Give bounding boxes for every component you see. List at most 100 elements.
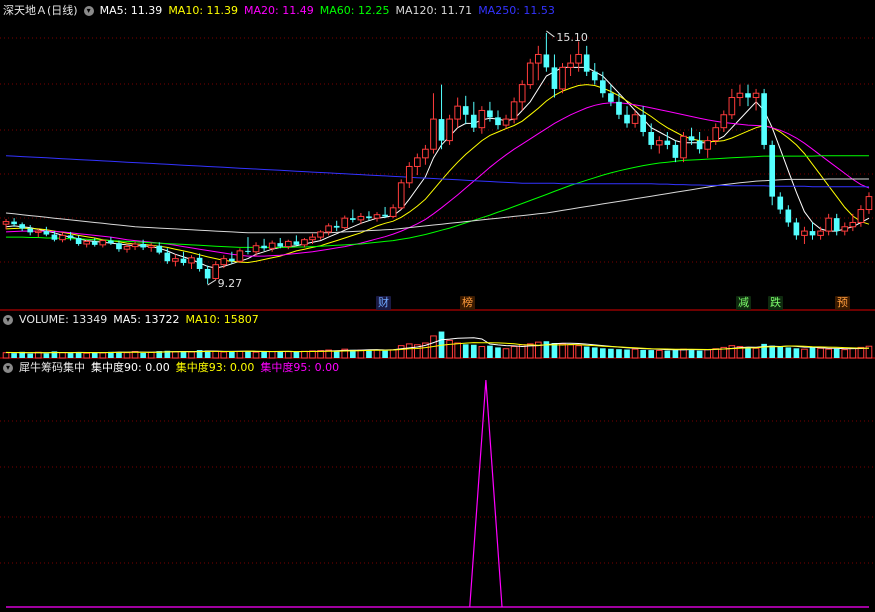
volume-bar bbox=[624, 349, 630, 358]
tag-forecast[interactable]: 预 bbox=[835, 296, 850, 310]
candle-body bbox=[865, 196, 873, 211]
volume-bar bbox=[478, 346, 486, 359]
candle-body bbox=[140, 244, 146, 248]
volume-bar bbox=[212, 350, 220, 359]
volume-bar bbox=[236, 350, 244, 359]
legend-c90: 集中度90: 0.00 bbox=[91, 361, 170, 374]
candle-body bbox=[769, 144, 776, 197]
volume-bars[interactable] bbox=[2, 331, 873, 359]
candle-body bbox=[600, 80, 606, 94]
volume-bar bbox=[785, 347, 792, 358]
candle-body bbox=[551, 67, 558, 89]
indicator-series bbox=[6, 379, 869, 608]
volume-bar bbox=[172, 351, 179, 359]
volume-bar bbox=[99, 352, 107, 359]
volume-bar bbox=[793, 348, 800, 358]
candle-body bbox=[833, 218, 840, 232]
candle-body bbox=[809, 231, 816, 236]
volume-bar bbox=[2, 352, 10, 359]
stock-name[interactable]: 深天地Ａ bbox=[3, 4, 47, 17]
candle-body bbox=[164, 252, 171, 262]
legend-ma10: MA10: 11.39 bbox=[168, 4, 239, 17]
candle-body bbox=[462, 106, 469, 115]
volume-bar bbox=[841, 349, 849, 359]
volume-bar bbox=[745, 347, 751, 358]
volume-bar bbox=[567, 344, 574, 359]
candle-body bbox=[640, 114, 646, 132]
candle-body bbox=[261, 245, 267, 249]
candle-body bbox=[180, 258, 187, 263]
volume-bar bbox=[487, 345, 493, 358]
volume-bar bbox=[373, 349, 381, 359]
candle-body bbox=[277, 243, 284, 247]
volume-bar bbox=[696, 350, 703, 358]
volume-bar bbox=[583, 346, 590, 358]
volume-bar bbox=[83, 352, 91, 359]
volume-bar bbox=[849, 347, 857, 359]
candle-body bbox=[430, 118, 437, 150]
volume-bar bbox=[147, 351, 155, 359]
candle-body bbox=[648, 132, 655, 145]
volume-bar bbox=[680, 348, 687, 359]
candle-body bbox=[543, 54, 550, 68]
volume-bar bbox=[728, 345, 736, 359]
chevron-down-icon[interactable]: ▾ bbox=[83, 6, 94, 16]
candle-body bbox=[220, 258, 228, 266]
volume-bar bbox=[534, 341, 542, 359]
tag-fall[interactable]: 跌 bbox=[768, 296, 783, 310]
volume-bar bbox=[397, 345, 405, 359]
volume-bar bbox=[123, 352, 131, 359]
candle-body bbox=[196, 257, 203, 269]
volume-bar bbox=[116, 352, 122, 358]
candle-body bbox=[664, 140, 671, 145]
volume-bar bbox=[252, 351, 260, 359]
candlestick-series[interactable] bbox=[2, 32, 873, 285]
volume-bar bbox=[382, 350, 388, 358]
indicator-title: 犀牛筹码集中 bbox=[19, 361, 85, 374]
candle-body bbox=[236, 250, 244, 262]
candle-body bbox=[172, 258, 179, 262]
candle-body bbox=[518, 84, 526, 103]
volume-bar bbox=[91, 352, 98, 358]
legend-ma20: MA20: 11.49 bbox=[244, 4, 314, 17]
candle-body bbox=[688, 136, 695, 141]
concentration-spike bbox=[469, 379, 503, 608]
candle-body bbox=[534, 53, 542, 64]
candle-body bbox=[510, 101, 518, 120]
candle-body bbox=[631, 114, 639, 124]
volume-bar bbox=[777, 346, 784, 358]
candle-body bbox=[83, 240, 91, 245]
legend-ma60: MA60: 12.25 bbox=[319, 4, 390, 17]
volume-bar bbox=[704, 349, 711, 359]
candle-body bbox=[624, 114, 630, 124]
candle-body bbox=[696, 140, 703, 150]
volume-bar bbox=[809, 346, 816, 358]
volume-bar bbox=[357, 349, 365, 359]
chevron-down-icon[interactable]: ▾ bbox=[3, 363, 13, 373]
volume-ma10: MA10: 15807 bbox=[185, 313, 259, 326]
candle-body bbox=[34, 230, 42, 233]
tag-reduce[interactable]: 减 bbox=[736, 296, 751, 310]
candle-body bbox=[268, 242, 276, 249]
candle-body bbox=[293, 241, 300, 245]
candle-body bbox=[454, 105, 461, 120]
ma-line-ma120 bbox=[5, 178, 869, 234]
candle-body bbox=[67, 235, 74, 238]
volume-legend: ▾ VOLUME: 13349 MA5: 13722 MA10: 15807 bbox=[3, 312, 265, 328]
candle-body bbox=[575, 53, 582, 64]
tag-finance[interactable]: 财 bbox=[376, 296, 391, 310]
candle-body bbox=[849, 221, 857, 228]
volume-bar bbox=[309, 350, 316, 359]
volume-bar bbox=[608, 348, 614, 358]
volume-bar bbox=[180, 351, 187, 358]
volume-bar bbox=[752, 347, 760, 359]
volume-bar bbox=[664, 350, 671, 358]
low-price-label: 9.27 bbox=[218, 277, 243, 290]
candle-body bbox=[470, 114, 477, 128]
tag-list[interactable]: 榜 bbox=[460, 296, 475, 310]
volume-bar bbox=[333, 350, 340, 358]
chevron-down-icon[interactable]: ▾ bbox=[3, 315, 13, 325]
volume-bar bbox=[245, 351, 251, 358]
volume-bar bbox=[11, 353, 17, 358]
candle-body bbox=[131, 243, 139, 248]
